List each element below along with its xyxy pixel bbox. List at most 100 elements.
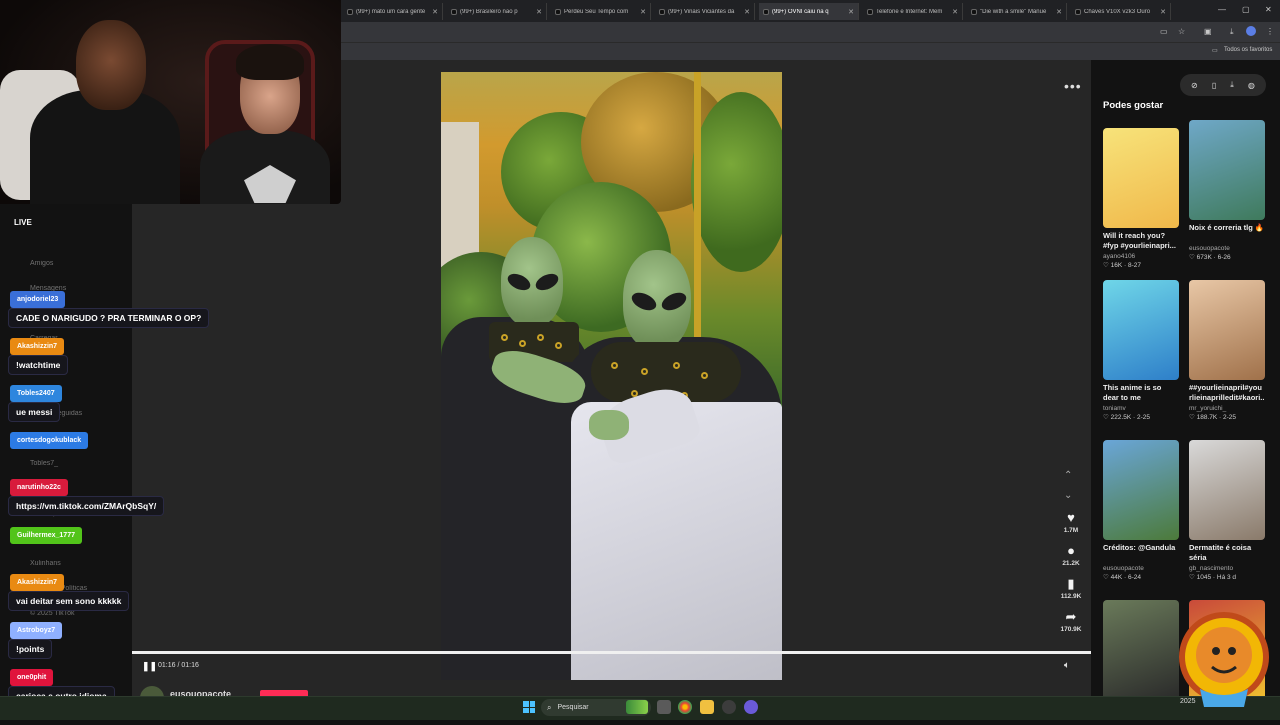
search-icon: ⌕ xyxy=(547,702,552,712)
sidebar-item[interactable]: Amigos xyxy=(30,260,53,267)
card-title[interactable]: Créditos: @Gandula xyxy=(1103,543,1179,563)
browser-tab[interactable]: (99+) OVNI caiu na q ✕ xyxy=(759,3,859,20)
close-tab-icon[interactable]: ✕ xyxy=(1056,8,1062,16)
close-tab-icon[interactable]: ✕ xyxy=(536,8,542,16)
maximize-icon[interactable]: ▢ xyxy=(1242,5,1250,14)
card-author[interactable]: gb_nascimento xyxy=(1189,565,1265,572)
browser-tab[interactable]: (99+) Vinais Viciantes da ✕ xyxy=(655,3,755,20)
tiktok-icon xyxy=(867,8,873,15)
close-tab-icon[interactable]: ✕ xyxy=(952,8,958,16)
minimize-icon[interactable]: — xyxy=(1218,5,1226,14)
browser-tab[interactable]: (99+) Brasileiro não p ✕ xyxy=(447,3,547,20)
pause-icon[interactable]: ❚❚ xyxy=(142,661,157,672)
chat-message: !watchtime xyxy=(8,355,69,375)
video-thumbnail[interactable] xyxy=(1103,280,1179,380)
download-icon[interactable]: ⤓ xyxy=(1230,27,1234,37)
video-toolbar: ⊘ ▯ ⤓ ◍ xyxy=(1180,74,1266,96)
share-button[interactable]: ➦ 170.9K xyxy=(1058,609,1084,634)
card-author[interactable]: eusouopacote xyxy=(1189,245,1265,252)
comment-button[interactable]: ● 21.2K xyxy=(1058,543,1084,568)
browser-tab[interactable]: Chaves V10X v2k3 Ouro ✕ xyxy=(1071,3,1171,20)
video-thumbnail[interactable] xyxy=(1189,440,1265,540)
progress-fill xyxy=(132,651,1091,654)
menu-icon[interactable]: ⋮ xyxy=(1266,27,1274,36)
save-count: 112.9K xyxy=(1060,593,1082,600)
account-icon[interactable]: ◍ xyxy=(1248,81,1255,90)
taskbar-search-placeholder: Pesquisar xyxy=(557,704,589,711)
close-tab-icon[interactable]: ✕ xyxy=(1160,8,1166,16)
file-explorer-icon[interactable] xyxy=(700,700,714,714)
close-tab-icon[interactable]: ✕ xyxy=(848,8,854,16)
share-icon: ➦ xyxy=(1065,609,1077,624)
device-icon[interactable]: ▯ xyxy=(1212,81,1216,90)
video-thumbnail[interactable] xyxy=(1103,440,1179,540)
folder-icon: ▭ xyxy=(1212,48,1218,54)
video-frame[interactable] xyxy=(441,72,782,680)
chat-username: cortesdogokublack xyxy=(10,432,89,449)
sidebar-item[interactable]: Xulinhans xyxy=(30,560,61,567)
close-tab-icon[interactable]: ✕ xyxy=(744,8,750,16)
like-count: 1.7M xyxy=(1063,527,1079,534)
windows-start-icon[interactable] xyxy=(523,701,535,713)
card-stats: ♡ 188.7K · 2-25 xyxy=(1189,414,1237,421)
card-title[interactable]: ##yourlieinapril#you rlieinaprilledit#ka… xyxy=(1189,383,1265,403)
recommendation-card[interactable]: Noix é correria tlg 🔥 eusouopacote ♡ 673K … xyxy=(1189,120,1265,261)
tiktok-icon xyxy=(659,8,665,15)
tab-label: (99+) Vinais Viciantes da xyxy=(668,8,735,15)
browser-tab[interactable]: "Die with a smile" Manue ✕ xyxy=(967,3,1067,20)
cast-icon[interactable]: ▭ xyxy=(1160,27,1168,36)
video-thumbnail[interactable] xyxy=(1189,120,1265,220)
extensions-icon[interactable]: ▣ xyxy=(1204,27,1212,36)
card-title[interactable]: Noix é correria tlg 🔥 xyxy=(1189,223,1265,243)
widgets-icon[interactable] xyxy=(626,700,648,714)
close-window-icon[interactable]: ✕ xyxy=(1265,5,1272,14)
close-tab-icon[interactable]: ✕ xyxy=(432,8,438,16)
task-view-icon[interactable] xyxy=(657,700,671,714)
card-title[interactable]: Dermatite é coisa séria xyxy=(1189,543,1265,563)
profile-avatar[interactable] xyxy=(1246,26,1256,36)
star-icon[interactable]: ☆ xyxy=(1178,27,1185,36)
browser-tab[interactable]: (99+) mato um cara gente ✕ xyxy=(343,3,443,20)
save-button[interactable]: ▮ 112.9K xyxy=(1058,577,1084,601)
card-author[interactable]: eusouopacote xyxy=(1103,565,1179,572)
recommendation-card[interactable]: Dermatite é coisa séria gb_nascimento ♡ 10… xyxy=(1189,440,1265,581)
card-author[interactable]: mr_yoruichi_ xyxy=(1189,405,1265,412)
tiktok-icon xyxy=(763,8,769,15)
close-tab-icon[interactable]: ✕ xyxy=(640,8,646,16)
next-video-icon[interactable]: ⌄ xyxy=(1064,490,1072,501)
recommendation-card[interactable]: Créditos: @Gandula eusouopacote ♡ 44K · 6-… xyxy=(1103,440,1179,581)
video-thumbnail[interactable] xyxy=(1189,280,1265,380)
comment-icon: ● xyxy=(1067,543,1075,558)
browser-tab[interactable]: Perdeu Seu Tempo com ✕ xyxy=(551,3,651,20)
like-button[interactable]: ♥ 1.7M xyxy=(1058,511,1084,535)
more-options-icon[interactable]: ••• xyxy=(1064,78,1082,94)
card-title[interactable]: Will it reach you? #fyp #yourlieinapri..… xyxy=(1103,231,1179,251)
recommendation-card[interactable]: This anime is so dear to me #yourlieinap… xyxy=(1103,280,1179,421)
tab-label: Chaves V10X v2k3 Ouro xyxy=(1084,8,1151,15)
card-title[interactable]: This anime is so dear to me #yourlieinap… xyxy=(1103,383,1179,403)
recommendation-card[interactable]: ##yourlieinapril#you rlieinaprilledit#ka… xyxy=(1189,280,1265,421)
tiktok-icon xyxy=(971,8,977,15)
chat-username: one0phit xyxy=(10,669,54,686)
chrome-icon[interactable] xyxy=(678,700,692,714)
tab-label: Perdeu Seu Tempo com xyxy=(564,8,629,15)
tab-label: (99+) Brasileiro não p xyxy=(460,8,518,15)
previous-video-icon[interactable]: ⌃ xyxy=(1064,470,1072,481)
settings-icon[interactable] xyxy=(722,700,736,714)
tiktok-icon xyxy=(347,8,353,15)
video-thumbnail[interactable] xyxy=(1103,600,1179,700)
sidebar-item[interactable]: © 2025 TikTok xyxy=(30,610,74,617)
card-author[interactable]: toniamv xyxy=(1103,405,1179,412)
compass-icon[interactable]: ⊘ xyxy=(1191,81,1198,90)
discord-icon[interactable] xyxy=(744,700,758,714)
live-label: LIVE xyxy=(14,218,32,227)
download-icon[interactable]: ⤓ xyxy=(1230,80,1234,90)
browser-tab[interactable]: Telefone e Internet: Mem ✕ xyxy=(863,3,963,20)
progress-bar[interactable] xyxy=(132,651,1091,654)
volume-icon[interactable]: 🔈︎ xyxy=(1064,660,1070,671)
bookmarks-label[interactable]: Todos os favoritos xyxy=(1224,47,1272,53)
card-author[interactable]: ayano4106 xyxy=(1103,253,1179,260)
recommendation-card[interactable]: Will it reach you? #fyp #yourlieinapri..… xyxy=(1103,128,1179,269)
video-thumbnail[interactable] xyxy=(1103,128,1179,228)
sidebar-item[interactable]: Tobles7_ xyxy=(30,460,58,467)
